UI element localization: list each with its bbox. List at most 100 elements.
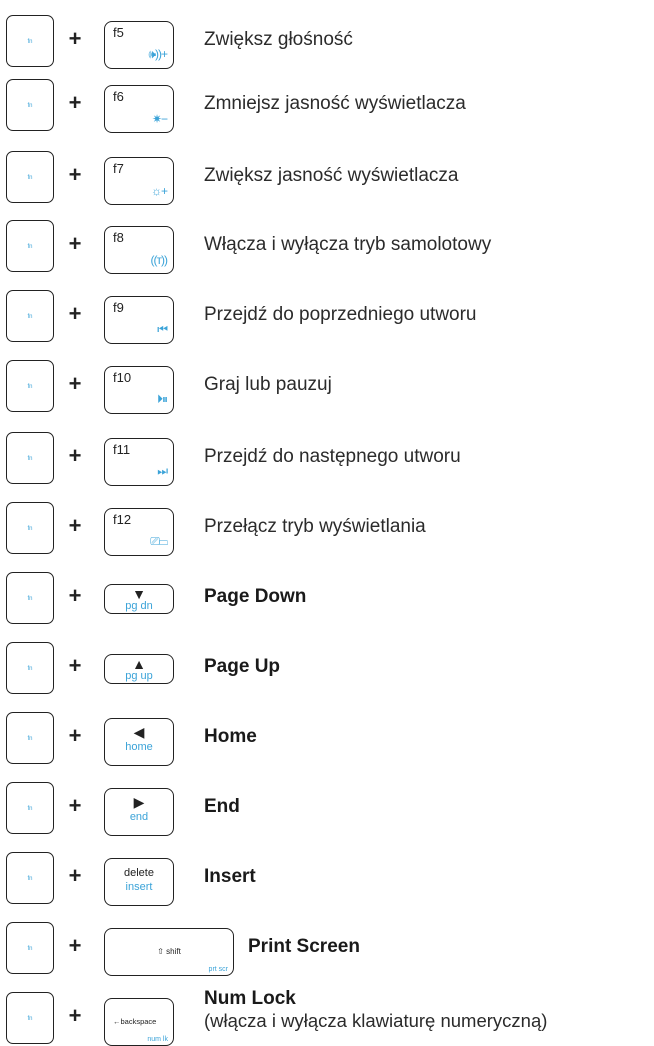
shortcut-row: fn + ▼ pg dn Page Down [0, 572, 654, 626]
plus-sign: + [68, 723, 82, 748]
brightness-down-icon: ✷− [151, 112, 168, 126]
shortcut-row: fn + ▶ end End [0, 782, 654, 836]
delete-key: delete insert [104, 858, 174, 906]
fn-key: fn [6, 712, 54, 764]
key-sublabel: pg dn [125, 600, 153, 612]
key-label: f10 [113, 370, 132, 385]
shift-key: ⇧ shift prt scr [104, 928, 234, 976]
home-key: ◀ home [104, 718, 174, 766]
fn-key: fn [6, 922, 54, 974]
end-key: ▶ end [104, 788, 174, 836]
shortcut-row: fn + f7 ☼+ Zwiększ jasność wyświetlacza [0, 151, 654, 205]
key-sublabel: insert [125, 881, 153, 893]
shortcut-row: fn + ◀ home Home [0, 712, 654, 766]
plus-sign: + [68, 26, 82, 51]
plus-sign: + [68, 162, 82, 187]
shortcut-description: Zwiększ jasność wyświetlacza [204, 165, 459, 186]
plus-sign: + [68, 863, 82, 888]
shortcut-description: Włącza i wyłącza tryb samolotowy [204, 234, 492, 255]
shortcut-description: Zwiększ głośność [204, 29, 353, 50]
backspace-key: ←backspace num lk [104, 998, 174, 1046]
up-arrow-icon: ▲ [132, 656, 146, 672]
volume-up-icon: 🕪))+ [148, 47, 168, 61]
key-label: delete [124, 867, 154, 879]
key-label: f9 [113, 300, 124, 315]
brightness-up-icon: ☼+ [150, 184, 168, 198]
plus-sign: + [68, 371, 82, 396]
fn-key: fn [6, 220, 54, 272]
page-up-key: ▲ pg up [104, 654, 174, 684]
shortcut-row: fn + delete insert Insert [0, 852, 654, 906]
f12-key: f12 ⎚▭ [104, 508, 174, 556]
key-label: f11 [113, 442, 131, 457]
right-arrow-icon: ▶ [133, 794, 145, 810]
shortcut-note: (włącza i wyłącza klawiaturę numeryczną) [204, 1010, 548, 1031]
plus-sign: + [68, 933, 82, 958]
key-sublabel: prt scr [208, 966, 228, 973]
shortcut-description: Page Up [204, 656, 281, 677]
next-track-icon: ⏭ [157, 464, 168, 478]
fn-key: fn [6, 432, 54, 484]
shortcut-row: fn + f10 ⏵⏸ Graj lub pauzuj [0, 360, 654, 414]
shortcut-description: Print Screen [248, 936, 360, 957]
f7-key: f7 ☼+ [104, 157, 174, 205]
plus-sign: + [68, 513, 82, 538]
f8-key: f8 ((ᴛ)) [104, 226, 174, 274]
key-label: f6 [113, 89, 124, 104]
play-pause-icon: ⏵⏸ [156, 392, 168, 406]
shortcut-description: Przejdź do następnego utworu [204, 446, 461, 467]
shortcut-row: fn + ←backspace num lk Num Lock (włącza … [0, 988, 654, 1046]
plus-sign: + [68, 583, 82, 608]
display-mode-icon: ⎚▭ [150, 534, 168, 548]
airplane-mode-icon: ((ᴛ)) [150, 253, 169, 267]
key-label: ←backspace [113, 1017, 157, 1026]
shortcut-row: fn + f9 ⏮ Przejdź do poprzedniego utworu [0, 290, 654, 344]
key-sublabel: home [125, 741, 153, 753]
fn-key: fn [6, 79, 54, 131]
key-label: f7 [113, 161, 124, 176]
f6-key: f6 ✷− [104, 85, 174, 133]
shortcut-row: fn + ▲ pg up Page Up [0, 642, 654, 696]
previous-track-icon: ⏮ [157, 322, 168, 336]
shortcut-description: Graj lub pauzuj [204, 374, 332, 395]
fn-key: fn [6, 642, 54, 694]
f5-key: f5 🕪))+ [104, 21, 174, 69]
key-sublabel: pg up [125, 670, 153, 682]
fn-key: fn [6, 151, 54, 203]
shortcut-description: Insert [204, 866, 256, 887]
plus-sign: + [68, 301, 82, 326]
shortcut-row: fn + f8 ((ᴛ)) Włącza i wyłącza tryb samo… [0, 220, 654, 274]
left-arrow-icon: ◀ [133, 724, 145, 740]
fn-key: fn [6, 290, 54, 342]
shortcut-row: fn + f5 🕪))+ Zwiększ głośność [0, 15, 654, 69]
f9-key: f9 ⏮ [104, 296, 174, 344]
plus-sign: + [68, 443, 82, 468]
shortcut-description: End [204, 796, 240, 817]
down-arrow-icon: ▼ [132, 586, 146, 602]
key-sublabel: end [129, 811, 149, 823]
plus-sign: + [68, 793, 82, 818]
shortcut-description: Zmniejsz jasność wyświetlacza [204, 93, 466, 114]
fn-key: fn [6, 992, 54, 1044]
shortcut-description: Przejdź do poprzedniego utworu [204, 304, 477, 325]
shortcut-row: fn + f12 ⎚▭ Przełącz tryb wyświetlania [0, 502, 654, 556]
plus-sign: + [68, 90, 82, 115]
page-down-key: ▼ pg dn [104, 584, 174, 614]
fn-key: fn [6, 15, 54, 67]
shortcut-row: fn + f11 ⏭ Przejdź do następnego utworu [0, 432, 654, 486]
key-label: f8 [113, 230, 124, 245]
key-label: f5 [113, 25, 124, 40]
plus-sign: + [68, 231, 82, 256]
fn-key: fn [6, 502, 54, 554]
shortcut-description: Home [204, 726, 257, 747]
fn-key: fn [6, 572, 54, 624]
shortcut-description: Num Lock [204, 988, 296, 1009]
fn-key: fn [6, 852, 54, 904]
key-label: f12 [113, 512, 132, 527]
shortcut-row: fn + ⇧ shift prt scr Print Screen [0, 922, 654, 976]
key-label: ⇧ shift [157, 947, 181, 956]
fn-key: fn [6, 782, 54, 834]
shortcut-description: Page Down [204, 586, 307, 607]
f11-key: f11 ⏭ [104, 438, 174, 486]
plus-sign: + [68, 1003, 82, 1028]
